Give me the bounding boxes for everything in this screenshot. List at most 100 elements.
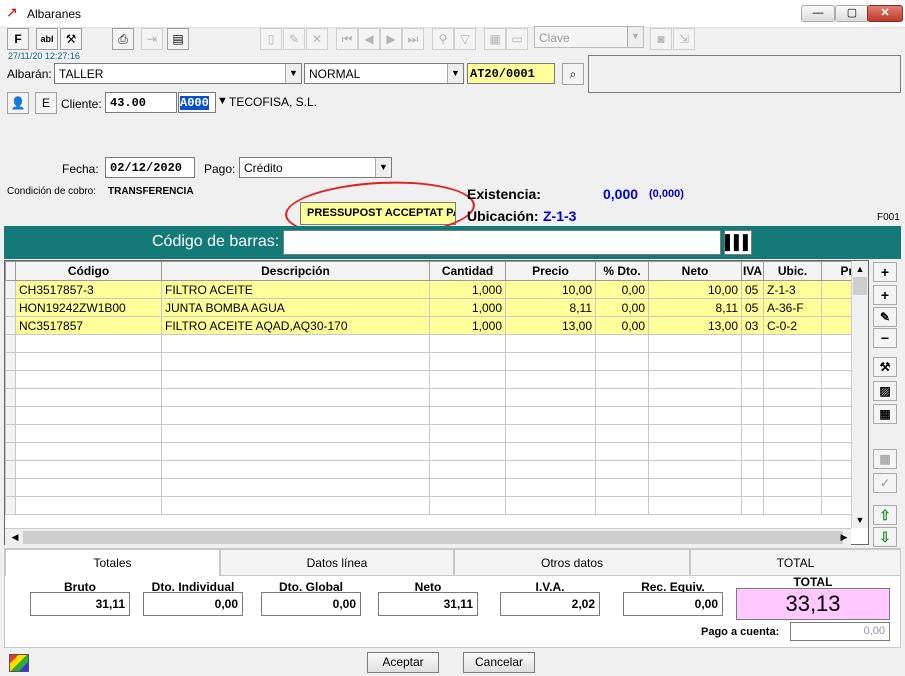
table-cell[interactable] xyxy=(763,370,822,389)
table-cell[interactable]: 1,000 xyxy=(429,298,506,317)
table-cell[interactable] xyxy=(15,496,162,515)
table-row[interactable] xyxy=(5,496,868,515)
table-cell[interactable]: A-36-F xyxy=(763,298,822,317)
table-row[interactable] xyxy=(5,442,868,461)
table-cell[interactable] xyxy=(161,424,430,443)
table-row[interactable] xyxy=(5,460,868,479)
table-cell[interactable]: NC3517857 xyxy=(15,316,162,335)
table-cell[interactable] xyxy=(15,406,162,425)
table-cell[interactable]: 03 xyxy=(741,316,764,335)
previous-record-icon[interactable]: ◀ xyxy=(358,28,380,50)
table-cell[interactable] xyxy=(161,460,430,479)
delete-icon[interactable]: ✕ xyxy=(306,28,328,50)
cliente-subcode-field[interactable]: A000 xyxy=(178,92,216,113)
table-cell[interactable] xyxy=(741,352,764,371)
first-record-icon[interactable]: ⏮ xyxy=(336,28,358,50)
table-cell[interactable] xyxy=(429,406,506,425)
table-cell[interactable] xyxy=(763,460,822,479)
chart-icon[interactable]: ▨ xyxy=(873,381,897,401)
table-cell[interactable]: C-0-2 xyxy=(763,316,822,335)
move-up-icon[interactable]: ⇧ xyxy=(873,505,897,525)
import-icon[interactable]: ⇥ xyxy=(141,28,163,50)
barcode-input[interactable] xyxy=(283,230,721,255)
table-row[interactable]: CH3517857-3 FILTRO ACEITE 1,000 10,00 0,00 10… xyxy=(5,280,868,299)
table-cell[interactable] xyxy=(741,334,764,353)
tab-datos-linea[interactable]: Datos línea xyxy=(220,549,454,576)
row-indicator[interactable] xyxy=(5,406,16,425)
e-button[interactable]: E xyxy=(35,92,57,114)
table-cell[interactable] xyxy=(429,496,506,515)
table-cell[interactable]: 0,00 xyxy=(595,280,649,299)
table-cell[interactable] xyxy=(763,478,822,497)
text-field-button[interactable]: abl xyxy=(36,28,58,50)
table-cell[interactable]: JUNTA BOMBA AGUA xyxy=(161,298,430,317)
table-cell[interactable] xyxy=(741,424,764,443)
print-icon[interactable]: ⎙ xyxy=(112,28,134,50)
row-indicator[interactable] xyxy=(5,388,16,407)
table-cell[interactable] xyxy=(161,370,430,389)
binoculars-icon[interactable]: ⌕ xyxy=(562,63,584,85)
table-cell[interactable] xyxy=(161,406,430,425)
table-row[interactable] xyxy=(5,352,868,371)
search-icon[interactable]: ⚲ xyxy=(432,28,454,50)
table-cell[interactable] xyxy=(648,424,742,443)
table-cell[interactable]: 05 xyxy=(741,280,764,299)
table-cell[interactable] xyxy=(161,352,430,371)
scroll-thumb[interactable] xyxy=(853,277,867,295)
book-icon[interactable]: ▤ xyxy=(167,28,189,50)
color-palette-icon[interactable] xyxy=(9,654,29,672)
table-cell[interactable] xyxy=(161,496,430,515)
table-cell[interactable] xyxy=(763,442,822,461)
table-cell[interactable] xyxy=(648,388,742,407)
table-cell[interactable] xyxy=(595,496,649,515)
cliente-code-field[interactable]: 43.00 xyxy=(105,92,177,113)
table-cell[interactable] xyxy=(15,352,162,371)
column-header[interactable]: Precio xyxy=(505,261,596,281)
doc-number-field[interactable]: AT20/0001 xyxy=(467,63,555,84)
barcode-icon[interactable]: ▌▌▌ xyxy=(724,230,753,255)
table-cell[interactable] xyxy=(505,496,596,515)
table-cell[interactable]: 0,00 xyxy=(595,298,649,317)
remove-line-icon[interactable]: − xyxy=(873,328,897,348)
row-indicator[interactable] xyxy=(5,442,16,461)
table-cell[interactable]: 10,00 xyxy=(648,280,742,299)
table-row[interactable] xyxy=(5,406,868,425)
row-indicator[interactable] xyxy=(5,334,16,353)
tab-total[interactable]: TOTAL xyxy=(690,549,901,576)
table-cell[interactable] xyxy=(648,460,742,479)
pago-select[interactable]: Crédito ▼ xyxy=(239,157,392,178)
table-cell[interactable] xyxy=(505,460,596,479)
filter-icon[interactable]: ▽ xyxy=(454,28,476,50)
add-line-icon[interactable]: + xyxy=(873,262,897,282)
table-cell[interactable] xyxy=(429,370,506,389)
table-cell[interactable]: 13,00 xyxy=(505,316,596,335)
column-header[interactable]: Descripción xyxy=(161,261,430,281)
blank-icon[interactable]: ▭ xyxy=(506,28,528,50)
aceptar-button[interactable]: Aceptar xyxy=(367,652,439,673)
export-icon[interactable]: ⇲ xyxy=(673,28,695,50)
fecha-field[interactable]: 02/12/2020 xyxy=(105,157,195,178)
table-cell[interactable] xyxy=(505,442,596,461)
table-cell[interactable] xyxy=(763,496,822,515)
table-cell[interactable] xyxy=(595,442,649,461)
column-header[interactable]: Código xyxy=(15,261,162,281)
column-header[interactable]: Ubic. xyxy=(763,261,822,281)
table-cell[interactable] xyxy=(763,424,822,443)
tab-totales[interactable]: Totales xyxy=(5,549,220,576)
minimize-button[interactable]: — xyxy=(801,5,835,22)
table-cell[interactable]: FILTRO ACEITE xyxy=(161,280,430,299)
table-cell[interactable] xyxy=(505,478,596,497)
table-cell[interactable] xyxy=(741,406,764,425)
scroll-left-icon[interactable]: ◀ xyxy=(8,530,22,545)
table-cell[interactable]: 1,000 xyxy=(429,316,506,335)
calculator-icon[interactable]: ▦ xyxy=(873,404,897,424)
albaran-select[interactable]: TALLER ▼ xyxy=(54,63,302,84)
table-cell[interactable] xyxy=(15,334,162,353)
table-row[interactable] xyxy=(5,334,868,353)
table-cell[interactable] xyxy=(429,478,506,497)
camera-icon[interactable]: ◙ xyxy=(650,28,672,50)
table-row[interactable] xyxy=(5,370,868,389)
lines-grid[interactable]: Código Descripción Cantidad Precio % Dto… xyxy=(4,260,869,545)
grid-icon[interactable]: ▦ xyxy=(484,28,506,50)
table-cell[interactable] xyxy=(741,388,764,407)
